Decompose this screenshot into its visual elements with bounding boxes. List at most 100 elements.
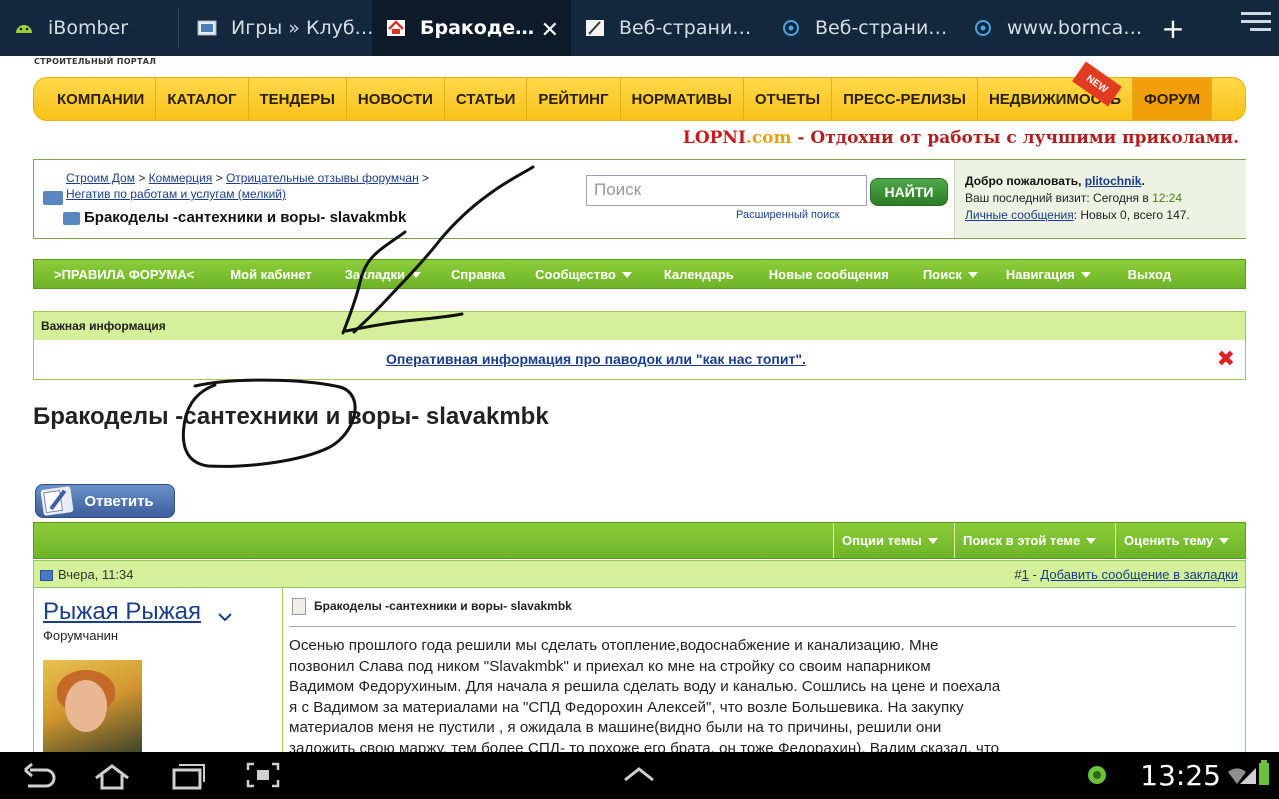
tab-borncash[interactable]: www.bornca… [959,0,1151,56]
forum-rules-link[interactable]: >ПРАВИЛА ФОРУМА< [34,267,210,282]
notice-panel: Оперативная информация про паводок или "… [33,340,1246,380]
post-body: Бракоделы -сантехники и воры- slavakmbk … [289,588,1239,768]
chevron-down-icon [1219,537,1230,544]
help-link[interactable]: Справка [437,267,521,282]
thread-title: Бракоделы -сантехники и воры- slavakmbk [33,403,549,430]
post-number: #1 - Добавить сообщение в закладки [1014,567,1238,582]
promo-logo-lo: LO [682,128,710,148]
post-line: Осенью прошлого года решили мы сделать о… [289,637,939,654]
breadcrumb-link[interactable]: Строим Дом [66,171,135,185]
folder-icon [63,212,80,225]
rate-thread-menu[interactable]: Оценить тему [1115,523,1246,558]
recent-apps-icon[interactable] [170,762,206,790]
navigation-menu[interactable]: Навигация [994,267,1107,282]
search-menu[interactable]: Поиск [905,267,994,282]
tab-label: Игры » Клуб… [231,17,372,39]
topnav-reports[interactable]: ОТЧЕТЫ [744,78,833,120]
tab-brakodely[interactable]: Бракоде… ✕ [372,0,571,56]
tab-web-page-1[interactable]: Веб-страни… [571,0,767,56]
chevron-up-icon[interactable] [622,766,656,784]
tab-label: Веб-страни… [815,17,948,39]
topnav-rating[interactable]: РЕЙТИНГ [527,78,621,120]
my-cabinet-link[interactable]: Мой кабинет [210,267,327,282]
search-thread-menu[interactable]: Поиск в этой теме [954,523,1115,558]
tab-games[interactable]: Игры » Клуб… [179,0,372,56]
promo-logo-com: .com [745,128,792,148]
chevron-down-icon [1086,537,1097,544]
thread-options-menu[interactable]: Опции темы [833,523,954,558]
divider [289,626,1236,627]
tab-ibomber[interactable]: iBomber [0,0,178,56]
back-icon[interactable] [22,762,56,788]
browser-tab-bar: iBomber Игры » Клуб… Бракоде… ✕ Веб-стра… [0,0,1279,56]
post: Рыжая Рыжая Форумчанин Бракоделы -сантех… [33,588,1246,768]
notice-link[interactable]: Оперативная информация про паводок или "… [386,351,806,367]
chevron-down-icon[interactable] [218,613,232,621]
menu-icon[interactable] [1241,12,1271,42]
folder-icon [43,191,63,205]
breadcrumb-separator: > [134,171,149,185]
globe-icon [973,19,993,37]
home-icon[interactable] [92,762,132,790]
bookmark-post-link[interactable]: Добавить сообщение в закладки [1040,567,1238,582]
close-tab-icon[interactable]: ✕ [541,18,559,43]
chevron-down-icon [411,271,422,278]
topnav-catalog[interactable]: КАТАЛОГ [156,78,249,120]
advanced-search-link[interactable]: Расширенный поиск [736,209,840,221]
post-status-icon [40,570,53,581]
post-title: Бракоделы -сантехники и воры- slavakmbk [314,599,572,613]
breadcrumb-separator: > [212,171,226,185]
topnav-articles[interactable]: СТАТЬИ [445,78,528,120]
post-meta-bar: Вчера, 11:34 #1 - Добавить сообщение в з… [33,560,1246,588]
topnav-press[interactable]: ПРЕСС-РЕЛИЗЫ [832,78,978,120]
signal-icon [1240,768,1256,784]
welcome-greeting: Добро пожаловать, [965,174,1085,188]
notification-icon[interactable] [1086,764,1108,786]
chevron-down-icon [927,537,938,544]
last-visit-label: Ваш последний визит: Сегодня в [965,191,1153,205]
last-visit-time: 12:24 [1152,191,1183,205]
chevron-down-icon [1080,271,1091,278]
reply-icon [40,486,74,516]
breadcrumb-link[interactable]: Отрицательные отзывы форумчан [226,171,419,185]
new-posts-link[interactable]: Новые сообщения [750,267,905,282]
globe-icon [781,19,801,37]
topnav-norms[interactable]: НОРМАТИВЫ [621,78,744,120]
username-link[interactable]: plitochnik [1085,174,1142,188]
tab-label: iBomber [48,17,129,39]
bookmarks-menu[interactable]: Закладки [328,267,437,282]
screenshot-icon[interactable] [246,762,280,788]
avatar[interactable] [43,660,142,760]
portal-label: СТРОИТЕЛЬНЫЙ ПОРТАЛ [34,57,157,66]
post-text: Осенью прошлого года решили мы сделать о… [289,636,1109,759]
reply-button[interactable]: Ответить [35,484,175,518]
paper-icon [585,19,605,37]
system-navigation-bar: 13:25 [0,752,1279,799]
post-author[interactable]: Рыжая Рыжая [43,598,201,626]
breadcrumb-current: Бракоделы -сантехники и воры- slavakmbk [84,209,407,226]
promo-logo-pni: PNI [709,128,746,148]
topnav-news[interactable]: НОВОСТИ [347,78,445,120]
welcome-panel: Добро пожаловать, plitochnik. Ваш послед… [954,160,1246,238]
new-tab-button[interactable]: + [1151,0,1195,56]
topnav-companies[interactable]: КОМПАНИИ [46,78,157,120]
search-button[interactable]: НАЙТИ [870,178,948,206]
promo-banner[interactable]: LOPNI.com - Отдохни от работы с лучшими … [683,128,1239,148]
thread-options-label: Опции темы [842,533,922,548]
close-icon[interactable]: ✖ [1217,347,1235,372]
tab-label: Веб-страни… [619,17,752,39]
calendar-link[interactable]: Календарь [648,267,750,282]
search-input[interactable]: Поиск [586,175,867,206]
breadcrumb-separator: > [418,171,430,185]
community-menu[interactable]: Сообщество [521,267,648,282]
post-line: позвонил Слава под ником "Slavakmbk" и п… [289,657,931,675]
breadcrumb-link[interactable]: Коммерция [149,171,213,185]
tab-web-page-2[interactable]: Веб-страни… [767,0,959,56]
logout-link[interactable]: Выход [1107,267,1187,282]
topnav-forum[interactable]: ФОРУМ [1133,78,1213,120]
chevron-down-icon [621,271,632,278]
post-permalink[interactable]: 1 [1022,567,1029,582]
private-messages-link[interactable]: Личные сообщения [965,208,1074,222]
breadcrumb-link[interactable]: Негатив по работам и услугам (мелкий) [66,187,286,201]
topnav-tenders[interactable]: ТЕНДЕРЫ [249,78,347,120]
